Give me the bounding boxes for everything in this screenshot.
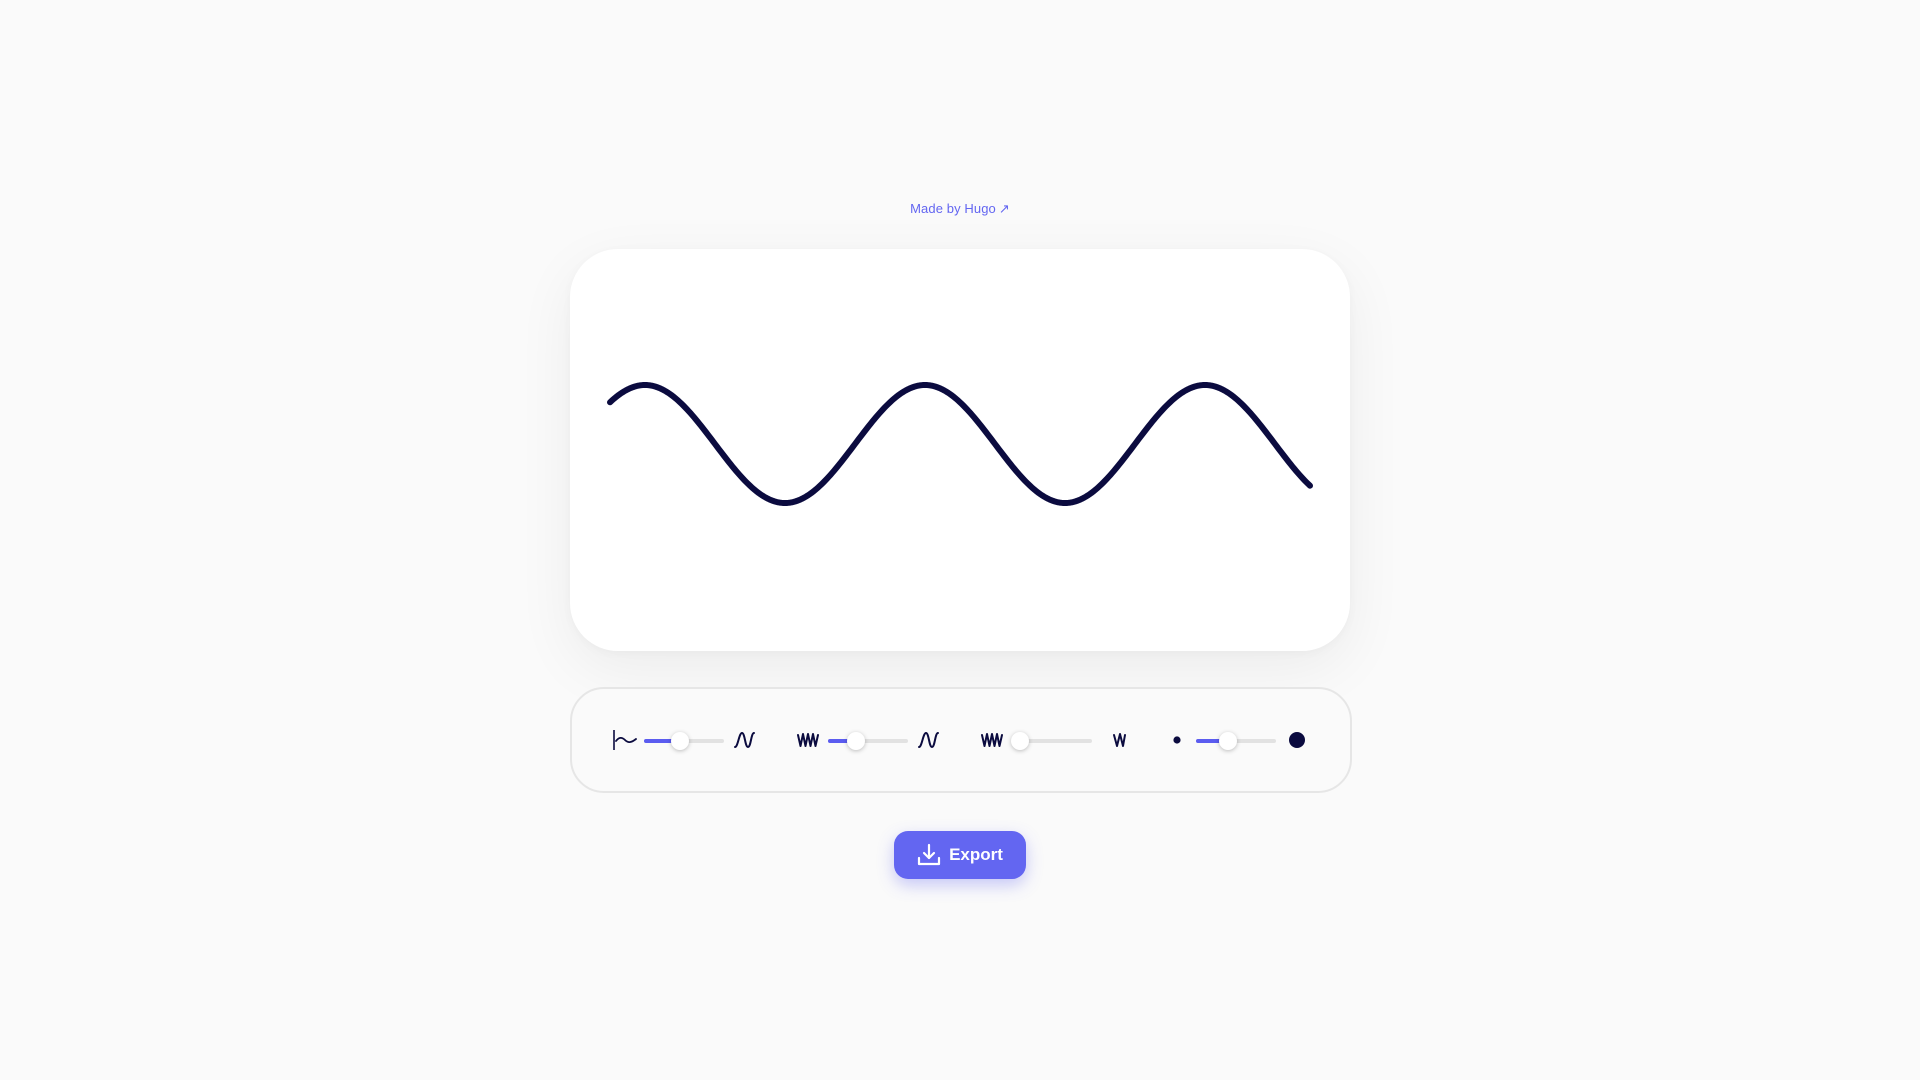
frequency-slider-thumb[interactable] (847, 732, 865, 750)
external-link-arrow-icon: ↗ (998, 201, 1010, 216)
narrow-wave-icon (1108, 729, 1134, 751)
small-dot-icon (1164, 729, 1190, 751)
amplitude-slider-thumb[interactable] (671, 732, 689, 750)
sparse-wave-icon (916, 729, 942, 751)
dense-wave-icon (980, 729, 1006, 751)
wave-line (607, 382, 1313, 506)
large-dot-icon (1284, 729, 1310, 751)
flat-wave-icon (612, 729, 638, 751)
controls-panel (570, 687, 1352, 793)
made-by-link[interactable]: Made by Hugo ↗ (0, 201, 1920, 217)
phase-slider-thumb[interactable] (1011, 732, 1029, 750)
thickness-slider-thumb[interactable] (1219, 732, 1237, 750)
made-by-label: Made by Hugo (910, 201, 996, 216)
tall-wave-icon (732, 729, 758, 751)
export-button[interactable]: Export (894, 831, 1026, 879)
amplitude-slider[interactable] (644, 732, 724, 750)
download-icon (917, 843, 941, 867)
wave-canvas (570, 249, 1350, 651)
wave-preview (607, 382, 1313, 506)
frequency-slider[interactable] (828, 732, 908, 750)
dense-wave-icon (796, 729, 822, 751)
phase-slider[interactable] (1011, 732, 1092, 750)
thickness-slider[interactable] (1196, 732, 1276, 750)
export-label: Export (949, 845, 1003, 864)
